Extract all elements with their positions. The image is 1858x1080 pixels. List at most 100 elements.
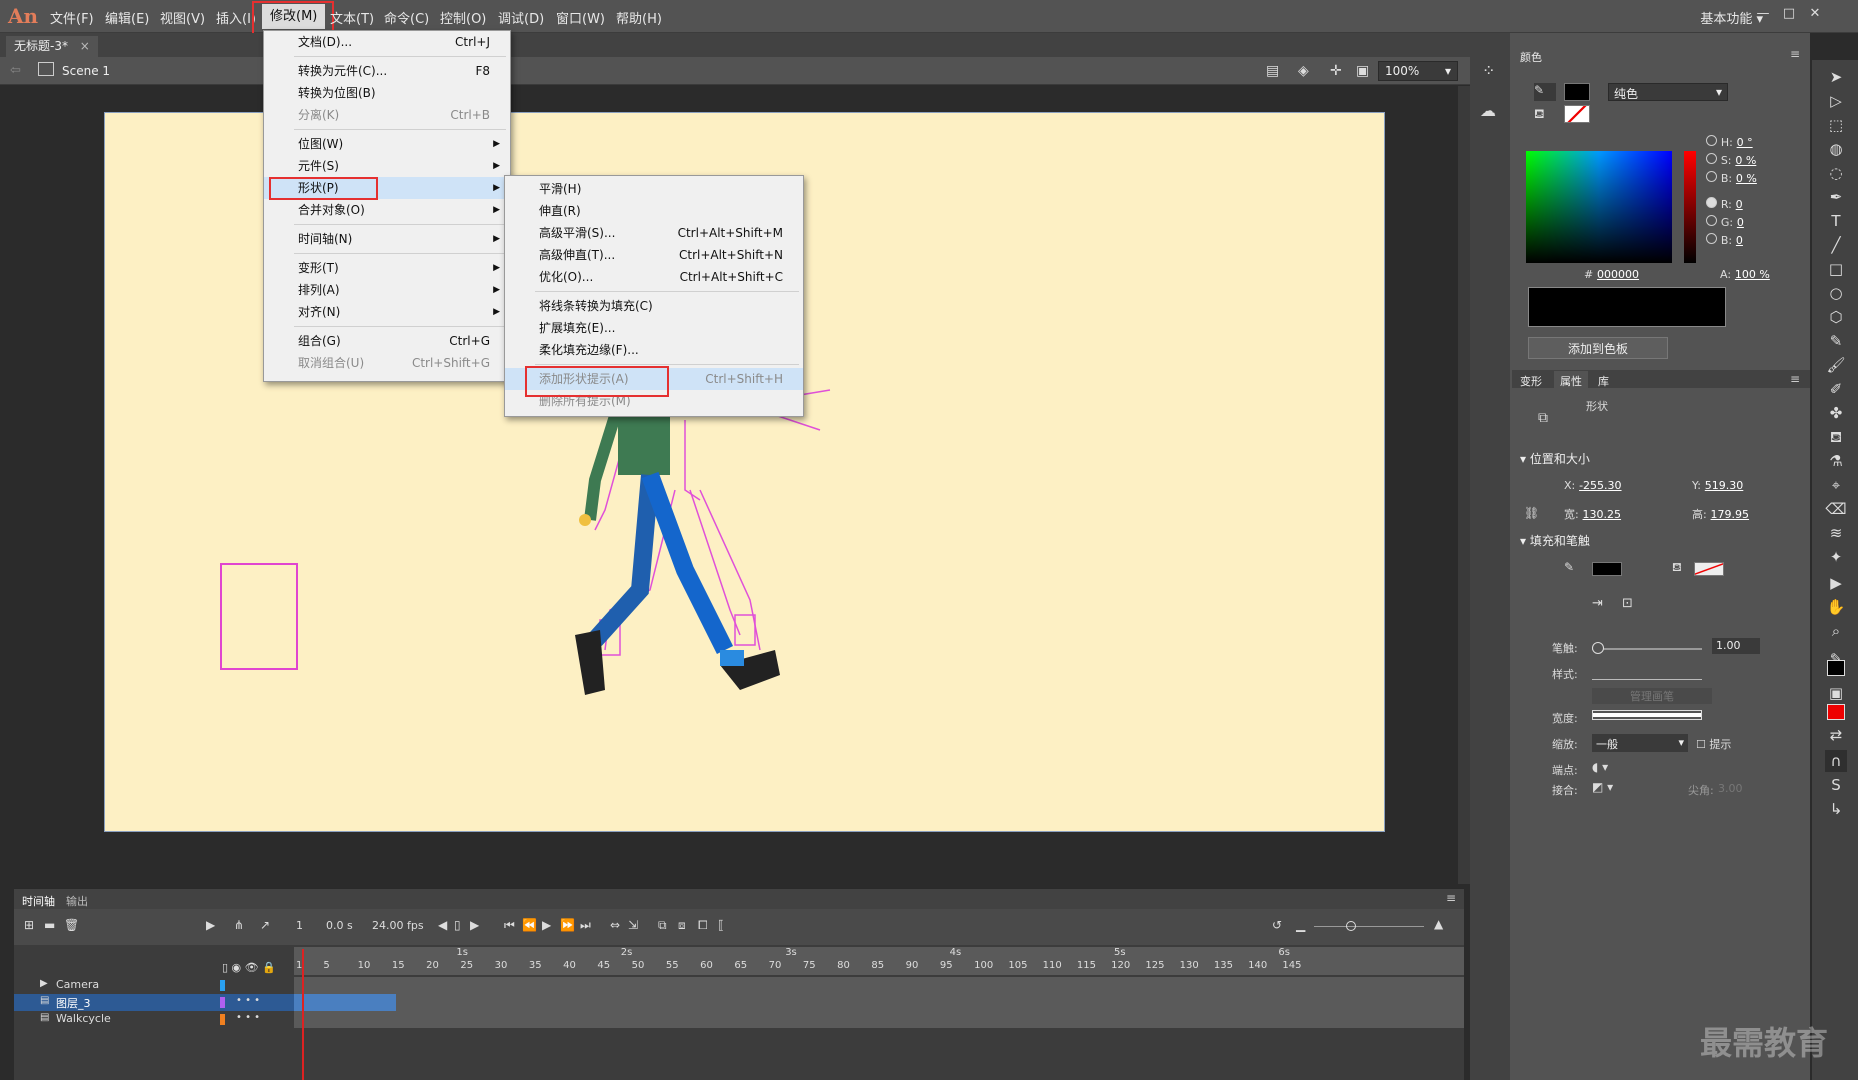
x-field[interactable]: -255.30 bbox=[1579, 479, 1621, 492]
loop-icon[interactable]: ⇔ bbox=[610, 918, 620, 932]
layer-frames[interactable] bbox=[294, 977, 1464, 994]
hairline-icon[interactable]: ⇥ bbox=[1592, 596, 1603, 611]
snap-magnet-icon[interactable]: ∩ bbox=[1825, 750, 1847, 772]
camera-toggle-icon[interactable]: ▶ bbox=[206, 918, 215, 932]
radio-b[interactable] bbox=[1706, 171, 1717, 182]
scale-select[interactable]: 一般 ▾ bbox=[1592, 734, 1688, 752]
graph-icon[interactable]: ↗ bbox=[260, 918, 270, 932]
zoom-select[interactable]: 100% ▾ bbox=[1378, 61, 1458, 81]
camera-tool-icon[interactable]: ▶ bbox=[1825, 572, 1847, 594]
new-folder-icon[interactable]: ▬ bbox=[44, 918, 55, 932]
3d-rotation-tool-icon[interactable]: ◍ bbox=[1825, 138, 1847, 160]
color-panel-tab[interactable]: 颜色 bbox=[1520, 49, 1542, 65]
paint-bucket-tool-icon[interactable]: ⛾ bbox=[1825, 426, 1847, 448]
section-position-size[interactable]: ▾ 位置和大小 bbox=[1520, 450, 1590, 467]
layer-frames[interactable] bbox=[396, 994, 1464, 1011]
stroke-slider-thumb[interactable] bbox=[1592, 642, 1604, 654]
width-field[interactable]: 130.25 bbox=[1583, 508, 1622, 521]
join-select[interactable]: ◩ ▾ bbox=[1592, 780, 1613, 794]
hex-field[interactable]: # 000000 bbox=[1584, 267, 1639, 281]
menu-item-straighten[interactable]: 伸直(R) bbox=[505, 200, 803, 222]
straighten-option-icon[interactable]: ↳ bbox=[1825, 798, 1847, 820]
parent-view-icon[interactable]: ⋔ bbox=[234, 918, 244, 932]
restore-button[interactable]: □ bbox=[1776, 2, 1802, 26]
menu-item-expand-fill[interactable]: 扩展填充(E)... bbox=[505, 317, 803, 339]
modify-markers-icon[interactable]: ⟦ bbox=[718, 918, 724, 932]
layer-toggles[interactable]: • • • bbox=[236, 995, 260, 1006]
panel-menu-icon[interactable]: ≡ bbox=[1790, 372, 1800, 386]
tab-library[interactable]: 库 bbox=[1598, 373, 1609, 389]
tab-timeline[interactable]: 时间轴 bbox=[22, 893, 55, 909]
height-field[interactable]: 179.95 bbox=[1711, 508, 1750, 521]
stroke-value-field[interactable]: 1.00 bbox=[1712, 638, 1760, 654]
tab-transform[interactable]: 变形 bbox=[1520, 373, 1542, 389]
brush-tool-icon[interactable]: ✐ bbox=[1825, 378, 1847, 400]
radio-r[interactable] bbox=[1706, 197, 1717, 208]
playhead[interactable] bbox=[302, 949, 304, 1080]
menu-item-ungroup[interactable]: 取消组合(U) Ctrl+Shift+G bbox=[264, 352, 510, 374]
scale-stroke-icon[interactable]: ⊡ bbox=[1622, 596, 1633, 611]
panel-menu-icon[interactable]: ≡ bbox=[1790, 47, 1800, 61]
hand-tool-icon[interactable]: ✋ bbox=[1825, 596, 1847, 618]
motion-presets-icon[interactable]: ⁘ bbox=[1482, 61, 1495, 80]
new-layer-icon[interactable]: ⊞ bbox=[24, 918, 34, 932]
pencil-tool-icon[interactable]: ✎ bbox=[1825, 330, 1847, 352]
menu-item-break-apart[interactable]: 分离(K) Ctrl+B bbox=[264, 104, 510, 126]
color-hue-slider[interactable] bbox=[1684, 151, 1696, 263]
width-tool-icon[interactable]: ≋ bbox=[1825, 522, 1847, 544]
close-button[interactable]: ✕ bbox=[1802, 2, 1828, 26]
delete-layer-icon[interactable]: 🗑 bbox=[64, 918, 79, 932]
current-time[interactable]: 0.0 s bbox=[326, 919, 353, 932]
y-field[interactable]: 519.30 bbox=[1705, 479, 1744, 492]
radio-b2[interactable] bbox=[1706, 233, 1717, 244]
menu-item-optimize[interactable]: 优化(O)... Ctrl+Alt+Shift+C bbox=[505, 266, 803, 288]
panel-menu-icon[interactable]: ≡ bbox=[1446, 891, 1456, 905]
fill-bucket-icon[interactable]: ⛾ bbox=[1534, 107, 1545, 124]
style-select[interactable] bbox=[1592, 664, 1702, 680]
width-profile-select[interactable] bbox=[1592, 710, 1702, 720]
menu-edit[interactable]: 编辑(E) bbox=[105, 8, 149, 27]
onion-skin-icon[interactable]: ⧉ bbox=[658, 918, 667, 933]
center-stage-icon[interactable]: ✛ bbox=[1330, 63, 1342, 79]
minimize-button[interactable]: — bbox=[1750, 2, 1776, 26]
menu-text[interactable]: 文本(T) bbox=[330, 8, 374, 27]
menu-help[interactable]: 帮助(H) bbox=[616, 8, 662, 27]
timeline-zoom-slider[interactable] bbox=[1314, 926, 1424, 927]
menu-item-convert-bitmap[interactable]: 转换为位图(B) bbox=[264, 82, 510, 104]
back-arrow-icon[interactable]: ⇦ bbox=[10, 63, 21, 78]
stroke-color-swatch[interactable] bbox=[1592, 562, 1622, 576]
stroke-slider[interactable] bbox=[1592, 648, 1702, 650]
zoom-in-icon[interactable]: ▲ bbox=[1434, 917, 1443, 931]
go-last-icon[interactable]: ⏭ bbox=[580, 918, 591, 933]
tab-output[interactable]: 输出 bbox=[66, 893, 88, 909]
onion-outline-icon[interactable]: ⧈ bbox=[678, 918, 686, 933]
menu-file[interactable]: 文件(F) bbox=[50, 8, 94, 27]
timeline-zoom-thumb[interactable] bbox=[1346, 921, 1356, 931]
fill-type-select[interactable]: 纯色 ▾ bbox=[1608, 83, 1728, 101]
layer-row-camera[interactable]: ▶ Camera bbox=[14, 977, 1464, 994]
menu-item-combine[interactable]: 合并对象(O) ▶ bbox=[264, 199, 510, 221]
close-tab-icon[interactable]: × bbox=[80, 39, 90, 53]
menu-item-document[interactable]: 文档(D)... Ctrl+J bbox=[264, 31, 510, 53]
stroke-swatch[interactable] bbox=[1564, 83, 1590, 101]
add-keyframe-icon[interactable]: ▯ bbox=[454, 918, 461, 932]
bone-tool-icon[interactable]: ✤ bbox=[1825, 402, 1847, 424]
menu-insert[interactable]: 插入(I) bbox=[216, 8, 256, 27]
play-icon[interactable]: ▶ bbox=[542, 918, 551, 932]
miter-field[interactable]: 3.00 bbox=[1718, 782, 1743, 795]
prev-keyframe-icon[interactable]: ◀ bbox=[438, 918, 447, 932]
tools-stroke-swatch[interactable] bbox=[1827, 660, 1845, 676]
text-tool-icon[interactable]: T bbox=[1825, 210, 1847, 232]
layer-frames-span[interactable] bbox=[294, 994, 396, 1011]
menu-item-soften-edges[interactable]: 柔化填充边缘(F)... bbox=[505, 339, 803, 361]
polystar-tool-icon[interactable]: ⬡ bbox=[1825, 306, 1847, 328]
lasso-tool-icon[interactable]: ◌ bbox=[1825, 162, 1847, 184]
selection-tool-icon[interactable]: ➤ bbox=[1825, 66, 1847, 88]
menu-item-lines-to-fills[interactable]: 将线条转换为填充(C) bbox=[505, 295, 803, 317]
menu-item-transform[interactable]: 变形(T) ▶ bbox=[264, 257, 510, 279]
menu-item-bitmap[interactable]: 位图(W) ▶ bbox=[264, 133, 510, 155]
menu-item-symbol[interactable]: 元件(S) ▶ bbox=[264, 155, 510, 177]
go-first-icon[interactable]: ⏮ bbox=[504, 918, 515, 933]
menu-item-advanced-straighten[interactable]: 高级伸直(T)... Ctrl+Alt+Shift+N bbox=[505, 244, 803, 266]
eraser-tool-icon[interactable]: ⌫ bbox=[1825, 498, 1847, 520]
